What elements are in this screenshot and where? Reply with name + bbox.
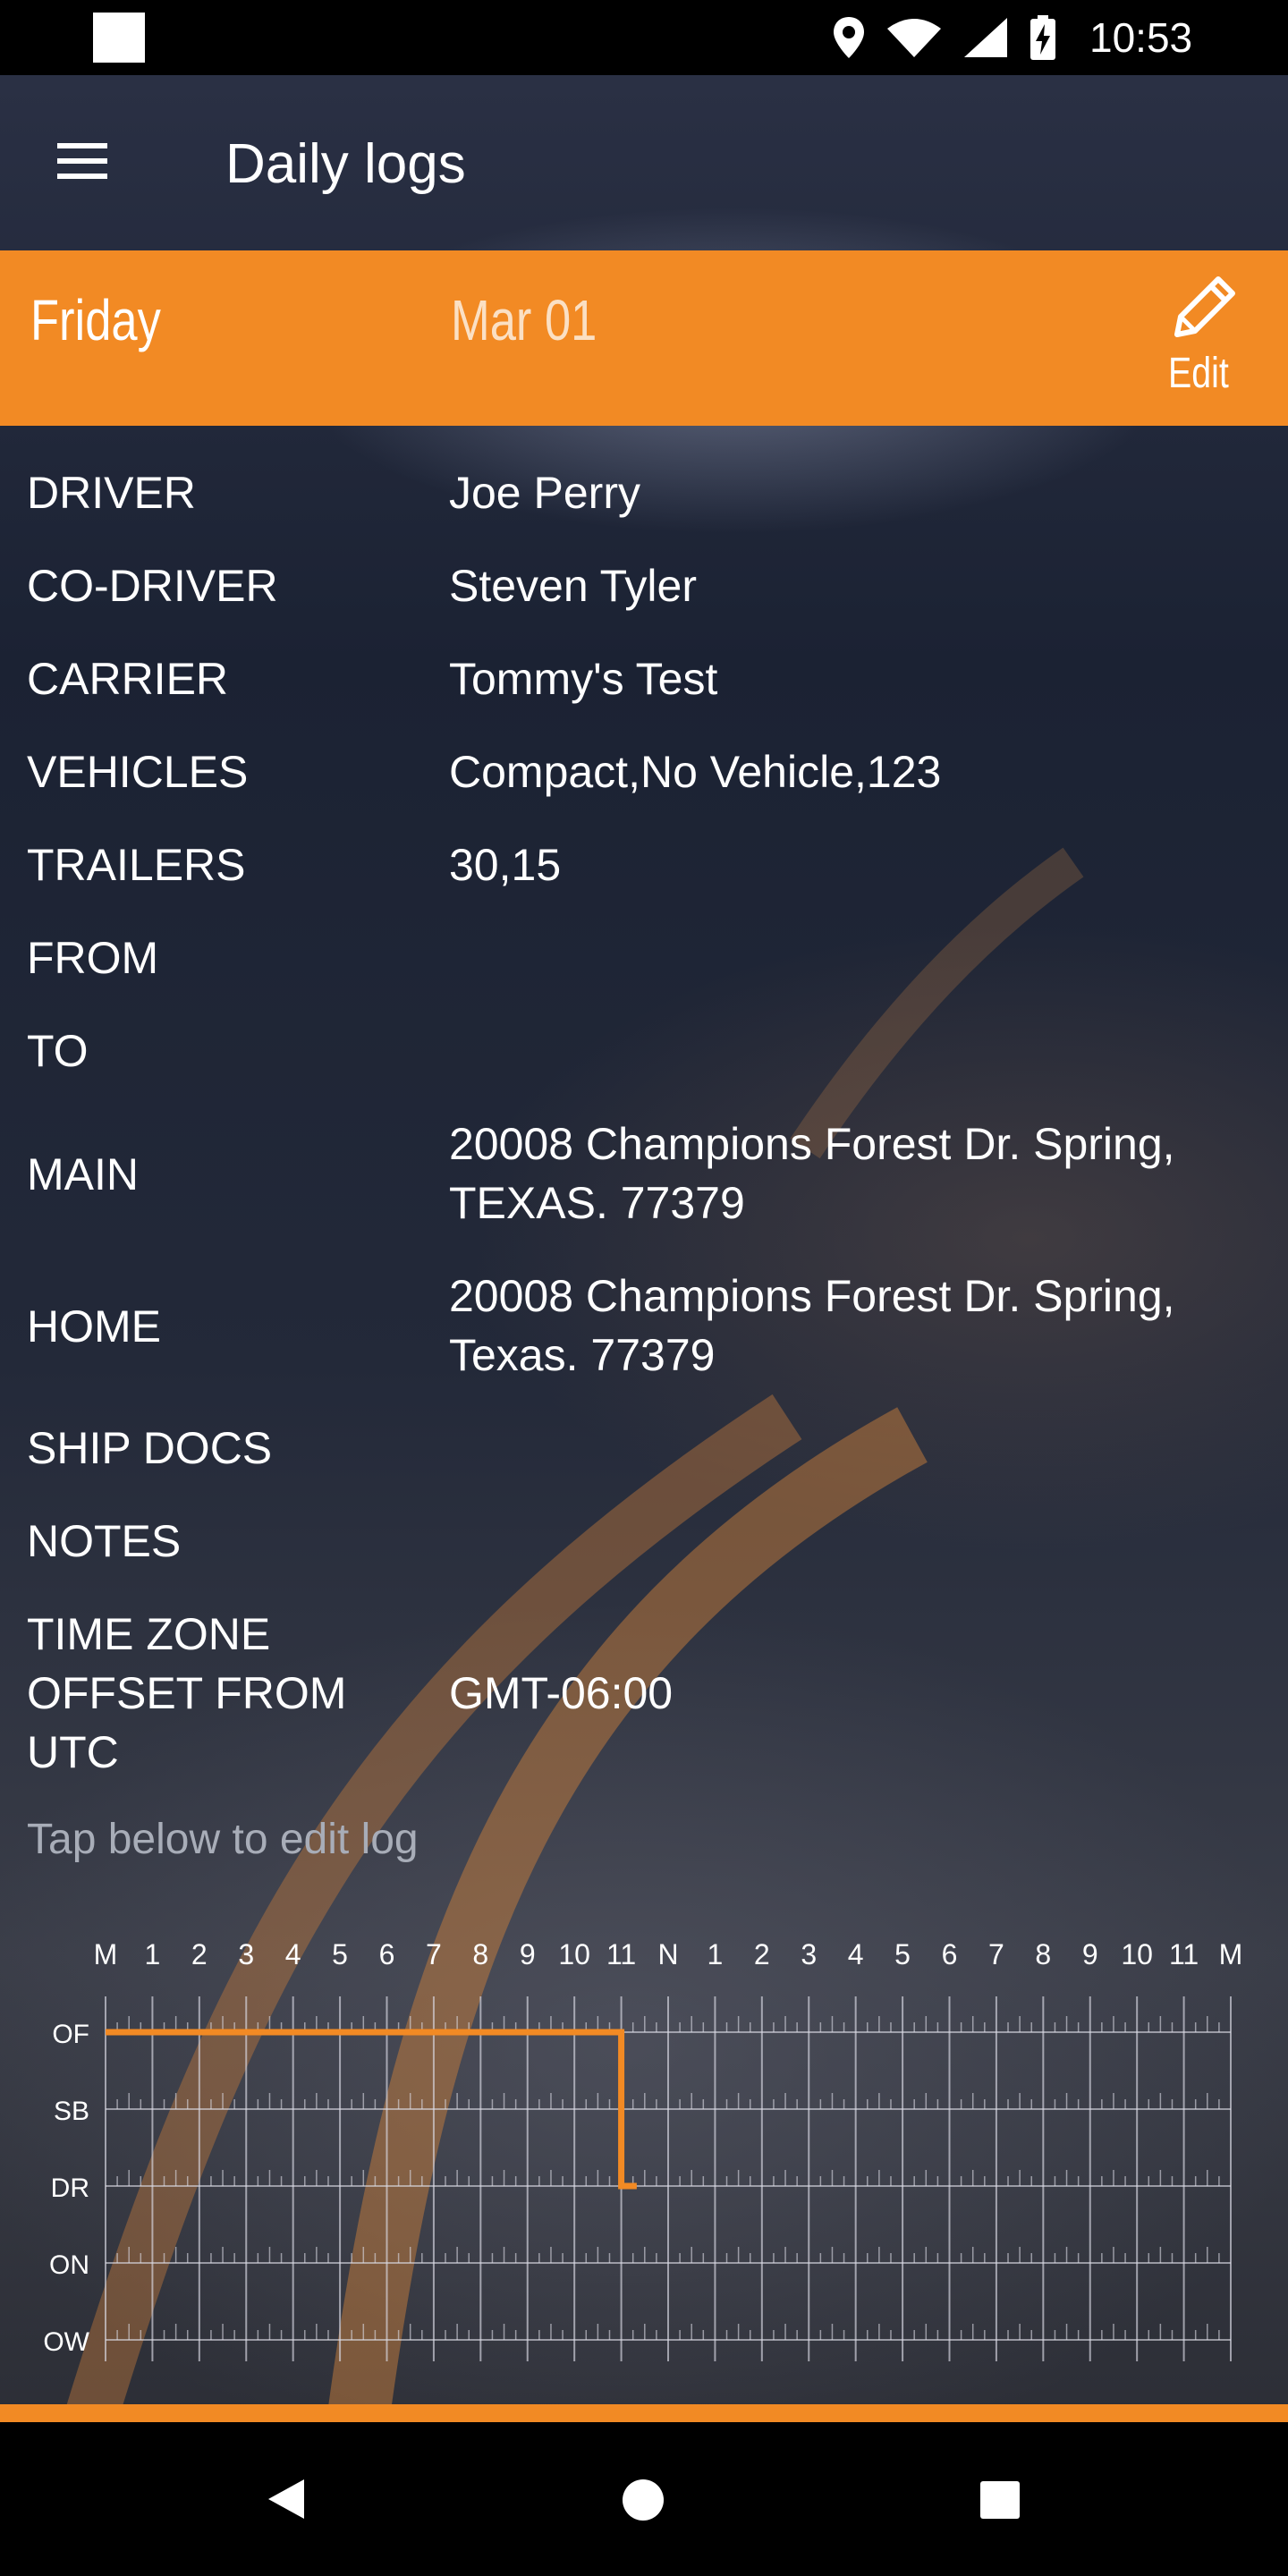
detail-label: TIME ZONE OFFSET FROM UTC (27, 1609, 347, 1777)
detail-label: NOTES (27, 1516, 182, 1566)
hour-label: 1 (708, 1938, 724, 1970)
hour-label: 3 (238, 1938, 254, 1970)
day-of-week: Friday (30, 288, 161, 352)
detail-value: Steven Tyler (449, 561, 698, 611)
detail-label: MAIN (27, 1149, 139, 1199)
detail-label: VEHICLES (27, 747, 249, 797)
back-icon[interactable] (265, 2478, 308, 2521)
hour-label: 9 (520, 1938, 536, 1970)
detail-value: Joe Perry (449, 468, 640, 518)
detail-label: FROM (27, 933, 159, 983)
detail-value: 20008 Champions Forest Dr. Spring, TEXAS… (449, 1119, 1175, 1228)
hour-label: M (94, 1938, 118, 1970)
log-graph[interactable]: M 1 2 3 4 5 6 7 8 9 10 11 N 1 2 3 4 5 6 7 8 9 10 11 MOFSBDRONOW (0, 1896, 1288, 2361)
hour-label: 7 (988, 1938, 1004, 1970)
hour-label: 10 (1121, 1938, 1153, 1970)
detail-label: CARRIER (27, 654, 229, 704)
detail-value: 30,15 (449, 840, 562, 890)
detail-label: SHIP DOCS (27, 1423, 273, 1473)
hour-label: 7 (426, 1938, 442, 1970)
hour-label: 6 (379, 1938, 395, 1970)
home-icon[interactable] (623, 2479, 664, 2521)
edit-label[interactable]: Edit (1168, 347, 1229, 401)
detail-value: Tommy's Test (449, 654, 718, 704)
detail-label: CO-DRIVER (27, 561, 278, 611)
hour-label: 4 (285, 1938, 301, 1970)
hour-label: 5 (332, 1938, 348, 1970)
location-icon (834, 17, 864, 58)
hour-label: 8 (472, 1938, 488, 1970)
status-label: OW (43, 2327, 89, 2357)
hour-label: 8 (1035, 1938, 1051, 1970)
recent-apps-icon[interactable] (980, 2481, 1020, 2519)
detail-value: GMT-06:00 (449, 1668, 674, 1718)
detail-value: 20008 Champions Forest Dr. Spring, Texas… (449, 1271, 1175, 1380)
hour-label: 11 (606, 1938, 636, 1970)
hour-label: N (657, 1938, 678, 1970)
bottom-accent-bar (0, 2404, 1288, 2422)
status-label: SB (54, 2097, 89, 2126)
hour-label: 2 (191, 1938, 208, 1970)
clock: 10:53 (1089, 14, 1193, 61)
log-date: Mar 01 (451, 288, 597, 352)
date-header (0, 250, 1288, 426)
detail-label: HOME (27, 1301, 161, 1352)
hour-label: 11 (1169, 1938, 1199, 1970)
status-label: OF (52, 2020, 89, 2049)
menu-icon (57, 143, 107, 148)
hour-label: 4 (848, 1938, 864, 1970)
hour-label: 10 (558, 1938, 590, 1970)
hour-label: 5 (894, 1938, 911, 1970)
hour-label: 2 (754, 1938, 770, 1970)
hour-label: 3 (801, 1938, 817, 1970)
signal-icon (964, 18, 1007, 57)
app-bar (0, 75, 1288, 250)
detail-value: Compact,No Vehicle,123 (449, 747, 942, 797)
hour-label: 6 (942, 1938, 958, 1970)
edit-hint: Tap below to edit log (27, 1816, 419, 1863)
detail-label: TRAILERS (27, 840, 246, 890)
battery-charging-icon (1030, 15, 1055, 60)
hour-label: M (1219, 1938, 1243, 1970)
status-bar: 10:53 (0, 0, 1288, 75)
notification-icon (93, 13, 145, 63)
hour-label: 1 (145, 1938, 161, 1970)
pencil-icon (1174, 276, 1235, 337)
wifi-icon (887, 19, 941, 57)
status-label: ON (49, 2250, 89, 2280)
page-title: Daily logs (225, 133, 466, 195)
detail-label: TO (27, 1026, 89, 1076)
hour-label: 9 (1082, 1938, 1098, 1970)
status-label: DR (51, 2174, 89, 2203)
menu-button[interactable] (48, 134, 116, 188)
detail-label: DRIVER (27, 468, 196, 518)
